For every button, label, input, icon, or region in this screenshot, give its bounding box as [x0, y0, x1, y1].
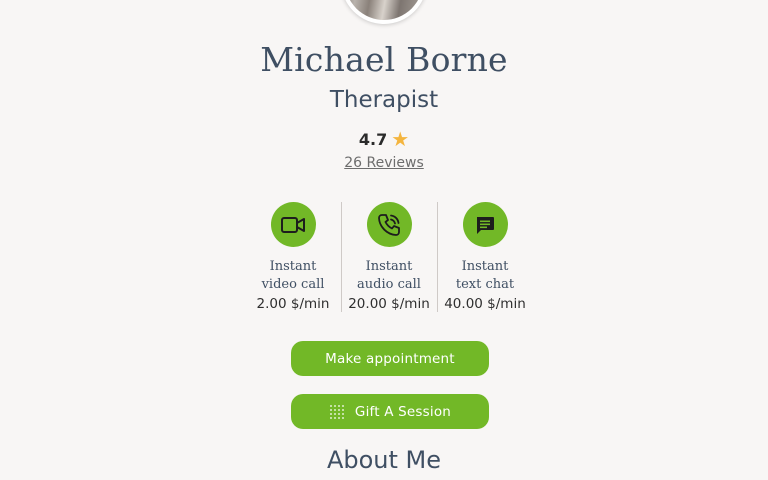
sparkle-grid-icon	[329, 404, 345, 420]
rating-value: 4.7	[358, 130, 388, 149]
profile-photo	[345, 0, 423, 20]
service-label-line1: Instant	[365, 259, 413, 274]
avatar	[341, 0, 427, 24]
service-label-line1: Instant	[269, 259, 317, 274]
therapist-profile-page: Michael Borne Therapist 4.7 ★ 26 Reviews …	[0, 0, 768, 480]
about-me-heading: About Me	[326, 446, 442, 474]
rating: 4.7 ★	[0, 127, 768, 152]
service-price: 2.00 $/min	[256, 296, 330, 312]
make-appointment-label: Make appointment	[325, 350, 455, 367]
star-icon: ★	[391, 127, 410, 151]
service-price: 20.00 $/min	[348, 296, 430, 312]
service-label-line2: text chat	[455, 277, 515, 292]
therapist-role: Therapist	[329, 87, 439, 113]
service-label-line2: video call	[261, 277, 325, 292]
video-camera-icon[interactable]	[270, 202, 316, 247]
gift-session-label: Gift A Session	[354, 403, 452, 420]
service-video-call[interactable]: Instant video call 2.00 $/min	[245, 200, 341, 316]
service-label-line1: Instant	[461, 259, 509, 274]
reviews-link[interactable]: 26 Reviews	[344, 155, 424, 171]
service-price: 40.00 $/min	[444, 296, 526, 312]
service-text-chat[interactable]: Instant text chat 40.00 $/min	[437, 200, 533, 316]
chat-bubble-icon[interactable]	[462, 202, 508, 247]
phone-call-icon[interactable]	[366, 202, 412, 247]
gift-session-button[interactable]: Gift A Session	[291, 394, 489, 429]
service-label-line2: audio call	[357, 277, 421, 292]
contact-options: Instant video call 2.00 $/min Instant au…	[245, 200, 533, 316]
make-appointment-button[interactable]: Make appointment	[291, 341, 489, 376]
therapist-name: Michael Borne	[260, 40, 508, 79]
service-audio-call[interactable]: Instant audio call 20.00 $/min	[341, 200, 437, 316]
reviews-row: 26 Reviews	[0, 152, 768, 174]
